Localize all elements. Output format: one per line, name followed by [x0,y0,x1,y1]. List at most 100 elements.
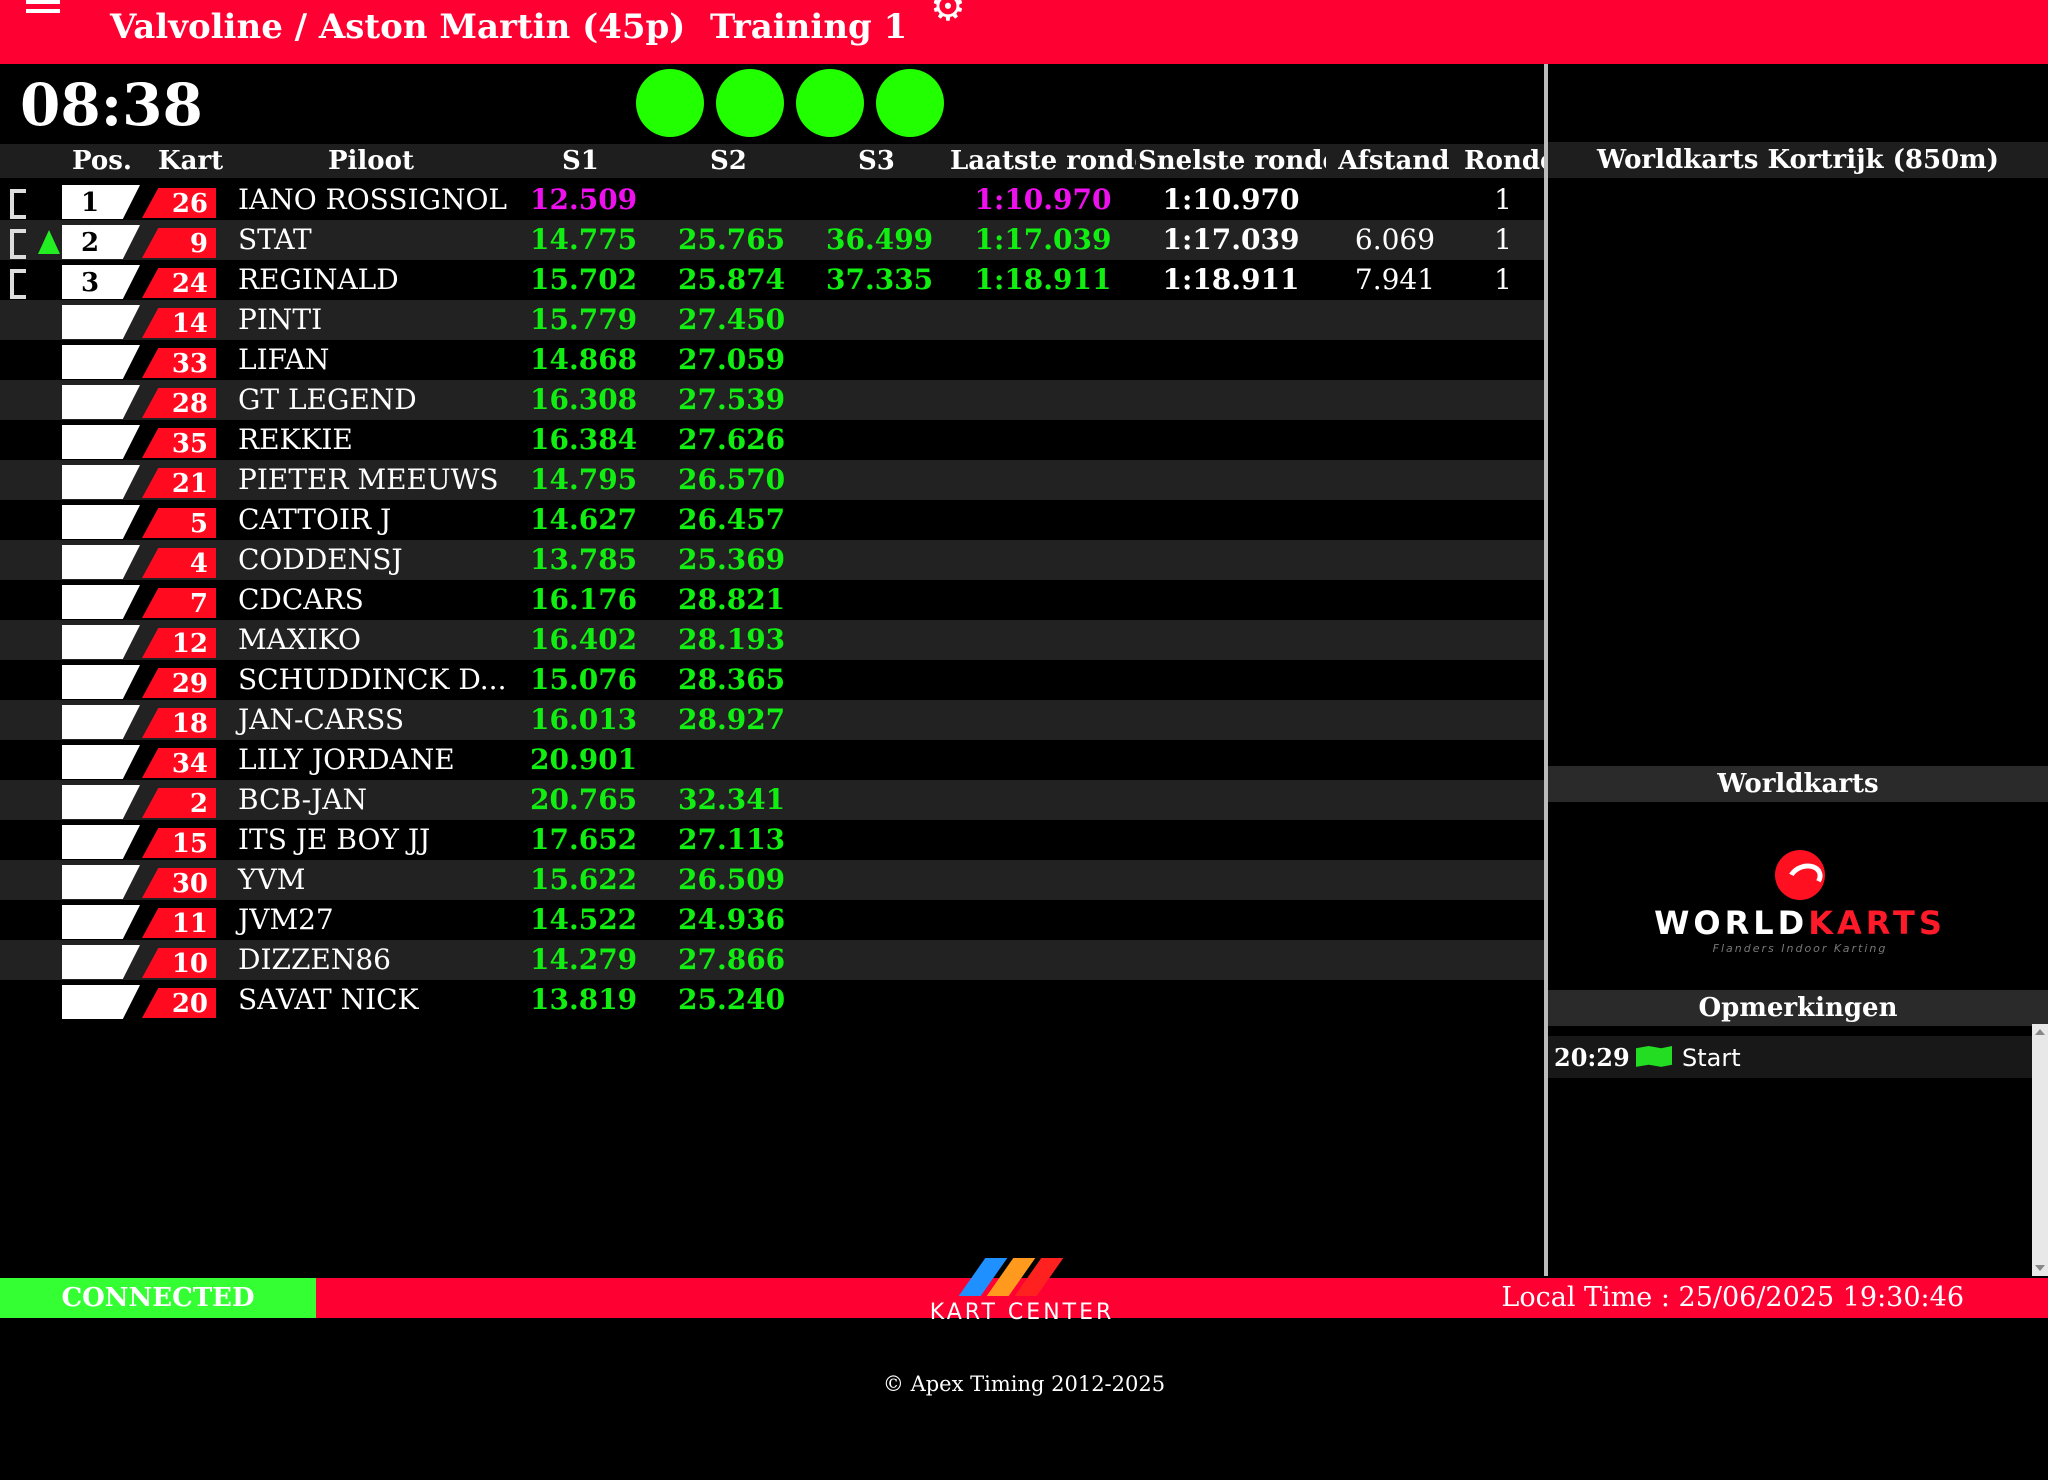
col-pos[interactable]: Pos. [72,144,132,178]
position-number [62,905,118,939]
scroll-up-icon[interactable] [2035,1029,2045,1035]
table-row[interactable]: 1 26 IANO ROSSIGNOL 12.509 1:10.970 1:10.970 1 [0,180,1545,220]
pilot-name[interactable]: REGINALD [238,260,399,300]
pilot-name[interactable]: DIZZEN86 [238,940,391,980]
col-kart[interactable]: Kart [158,144,223,178]
sector-1-time: 15.702 [530,263,638,296]
position-number [62,345,118,379]
table-header: Pos. Kart Piloot S1 S2 S3 Laatste ronde … [0,144,1545,178]
last-lap-time: 1:10.970 [974,183,1112,216]
pilot-name[interactable]: CDCARS [238,580,364,620]
notes-scrollbar[interactable] [2032,1024,2048,1276]
col-s2[interactable]: S2 [710,144,747,178]
sector-1-time: 14.795 [530,463,638,496]
table-row[interactable]: 3 24 REGINALD 15.702 25.874 37.335 1:18.911 1:1… [0,260,1545,300]
sector-1-time: 16.402 [530,623,638,656]
table-row[interactable]: 14 PINTI 15.779 27.450 [0,300,1545,340]
col-best-lap[interactable]: Snelste ronde [1138,144,1326,178]
table-row[interactable]: 18 JAN-CARSS 16.013 28.927 [0,700,1545,740]
table-row[interactable]: 35 REKKIE 16.384 27.626 [0,420,1545,460]
pilot-name[interactable]: GT LEGEND [238,380,417,420]
sector-1-time: 20.765 [530,783,638,816]
pilot-name[interactable]: JAN-CARSS [238,700,404,740]
col-last-lap[interactable]: Laatste ronde [950,144,1136,178]
table-row[interactable]: 29 SCHUDDINCK D... 15.076 28.365 [0,660,1545,700]
pilot-name[interactable]: JVM27 [238,900,334,940]
table-row[interactable]: 5 CATTOIR J 14.627 26.457 [0,500,1545,540]
col-s3[interactable]: S3 [858,144,895,178]
pilot-name[interactable]: LIFAN [238,340,329,380]
kart-number: 18 [171,709,208,739]
sector-1-time: 16.308 [530,383,638,416]
kart-number: 24 [171,269,208,299]
kart-number: 29 [171,669,208,699]
table-row[interactable]: 30 YVM 15.622 26.509 [0,860,1545,900]
pilot-name[interactable]: STAT [238,220,312,260]
sector-1-time: 14.627 [530,503,638,536]
row-marker-icon [10,189,26,219]
position-number: 1 [80,188,100,218]
position-number [62,305,118,339]
col-s1[interactable]: S1 [562,144,599,178]
sector-2-time: 27.450 [678,303,786,336]
sector-2-time: 25.765 [678,223,786,256]
sector-2-time: 27.539 [678,383,786,416]
sector-2-time: 26.457 [678,503,786,536]
col-pilot[interactable]: Piloot [328,144,414,178]
pilot-name[interactable]: PIETER MEEUWS [238,460,499,500]
pilot-name[interactable]: BCB-JAN [238,780,367,820]
pilot-name[interactable]: IANO ROSSIGNOL [238,180,507,220]
table-row[interactable]: 7 CDCARS 16.176 28.821 [0,580,1545,620]
table-row[interactable]: 2 9 STAT 14.775 25.765 36.499 1:17.039 1:17.039… [0,220,1545,260]
table-row[interactable]: 11 JVM27 14.522 24.936 [0,900,1545,940]
table-row[interactable]: 12 MAXIKO 16.402 28.193 [0,620,1545,660]
pilot-name[interactable]: CODDENSJ [238,540,403,580]
pilot-name[interactable]: YVM [238,860,305,900]
kart-number: 7 [189,589,208,619]
kart-number: 30 [171,869,208,899]
table-row[interactable]: 20 SAVAT NICK 13.819 25.240 [0,980,1545,1020]
sector-2-time: 28.821 [678,583,786,616]
settings-gear-icon[interactable]: ⚙ [930,0,970,27]
sector-2-time: 27.866 [678,943,786,976]
sector-2-time: 24.936 [678,903,786,936]
col-gap[interactable]: Afstand [1338,144,1449,178]
sector-2-time: 25.240 [678,983,786,1016]
pilot-name[interactable]: SAVAT NICK [238,980,419,1020]
green-flag-icon [1636,1046,1672,1067]
sector-2-time: 28.365 [678,663,786,696]
gap-value: 6.069 [1354,223,1436,256]
pilot-name[interactable]: ITS JE BOY JJ [238,820,430,860]
table-row[interactable]: 34 LILY JORDANE 20.901 [0,740,1545,780]
pilot-name[interactable]: CATTOIR J [238,500,391,540]
worldkarts-logo: WORLDKARTS Flanders Indoor Karting [1620,850,1980,955]
table-row[interactable]: 33 LIFAN 14.868 27.059 [0,340,1545,380]
pilot-name[interactable]: SCHUDDINCK D... [238,660,506,700]
kart-number: 12 [171,629,208,659]
table-row[interactable]: 28 GT LEGEND 16.308 27.539 [0,380,1545,420]
table-row[interactable]: 21 PIETER MEEUWS 14.795 26.570 [0,460,1545,500]
position-number [62,425,118,459]
table-row[interactable]: 4 CODDENSJ 13.785 25.369 [0,540,1545,580]
race-clock: 08:38 [20,71,203,139]
kart-number: 34 [171,749,208,779]
table-row[interactable]: 2 BCB-JAN 20.765 32.341 [0,780,1545,820]
sector-1-time: 14.775 [530,223,638,256]
kart-number: 33 [171,349,208,379]
table-row[interactable]: 10 DIZZEN86 14.279 27.866 [0,940,1545,980]
scroll-down-icon[interactable] [2035,1265,2045,1271]
sector-3-time: 36.499 [826,223,934,256]
pilot-name[interactable]: LILY JORDANE [238,740,455,780]
table-row[interactable]: 15 ITS JE BOY JJ 17.652 27.113 [0,820,1545,860]
pilot-name[interactable]: MAXIKO [238,620,361,660]
col-laps[interactable]: Ronde [1464,144,1544,178]
best-lap-time: 1:17.039 [1162,223,1300,256]
pilot-name[interactable]: REKKIE [238,420,353,460]
sector-1-time: 20.901 [530,743,638,776]
menu-icon[interactable] [26,0,60,16]
notes-title: Opmerkingen [1548,990,2048,1026]
position-number [62,385,118,419]
position-number [62,545,118,579]
pilot-name[interactable]: PINTI [238,300,322,340]
panel-divider [1544,64,1548,1276]
